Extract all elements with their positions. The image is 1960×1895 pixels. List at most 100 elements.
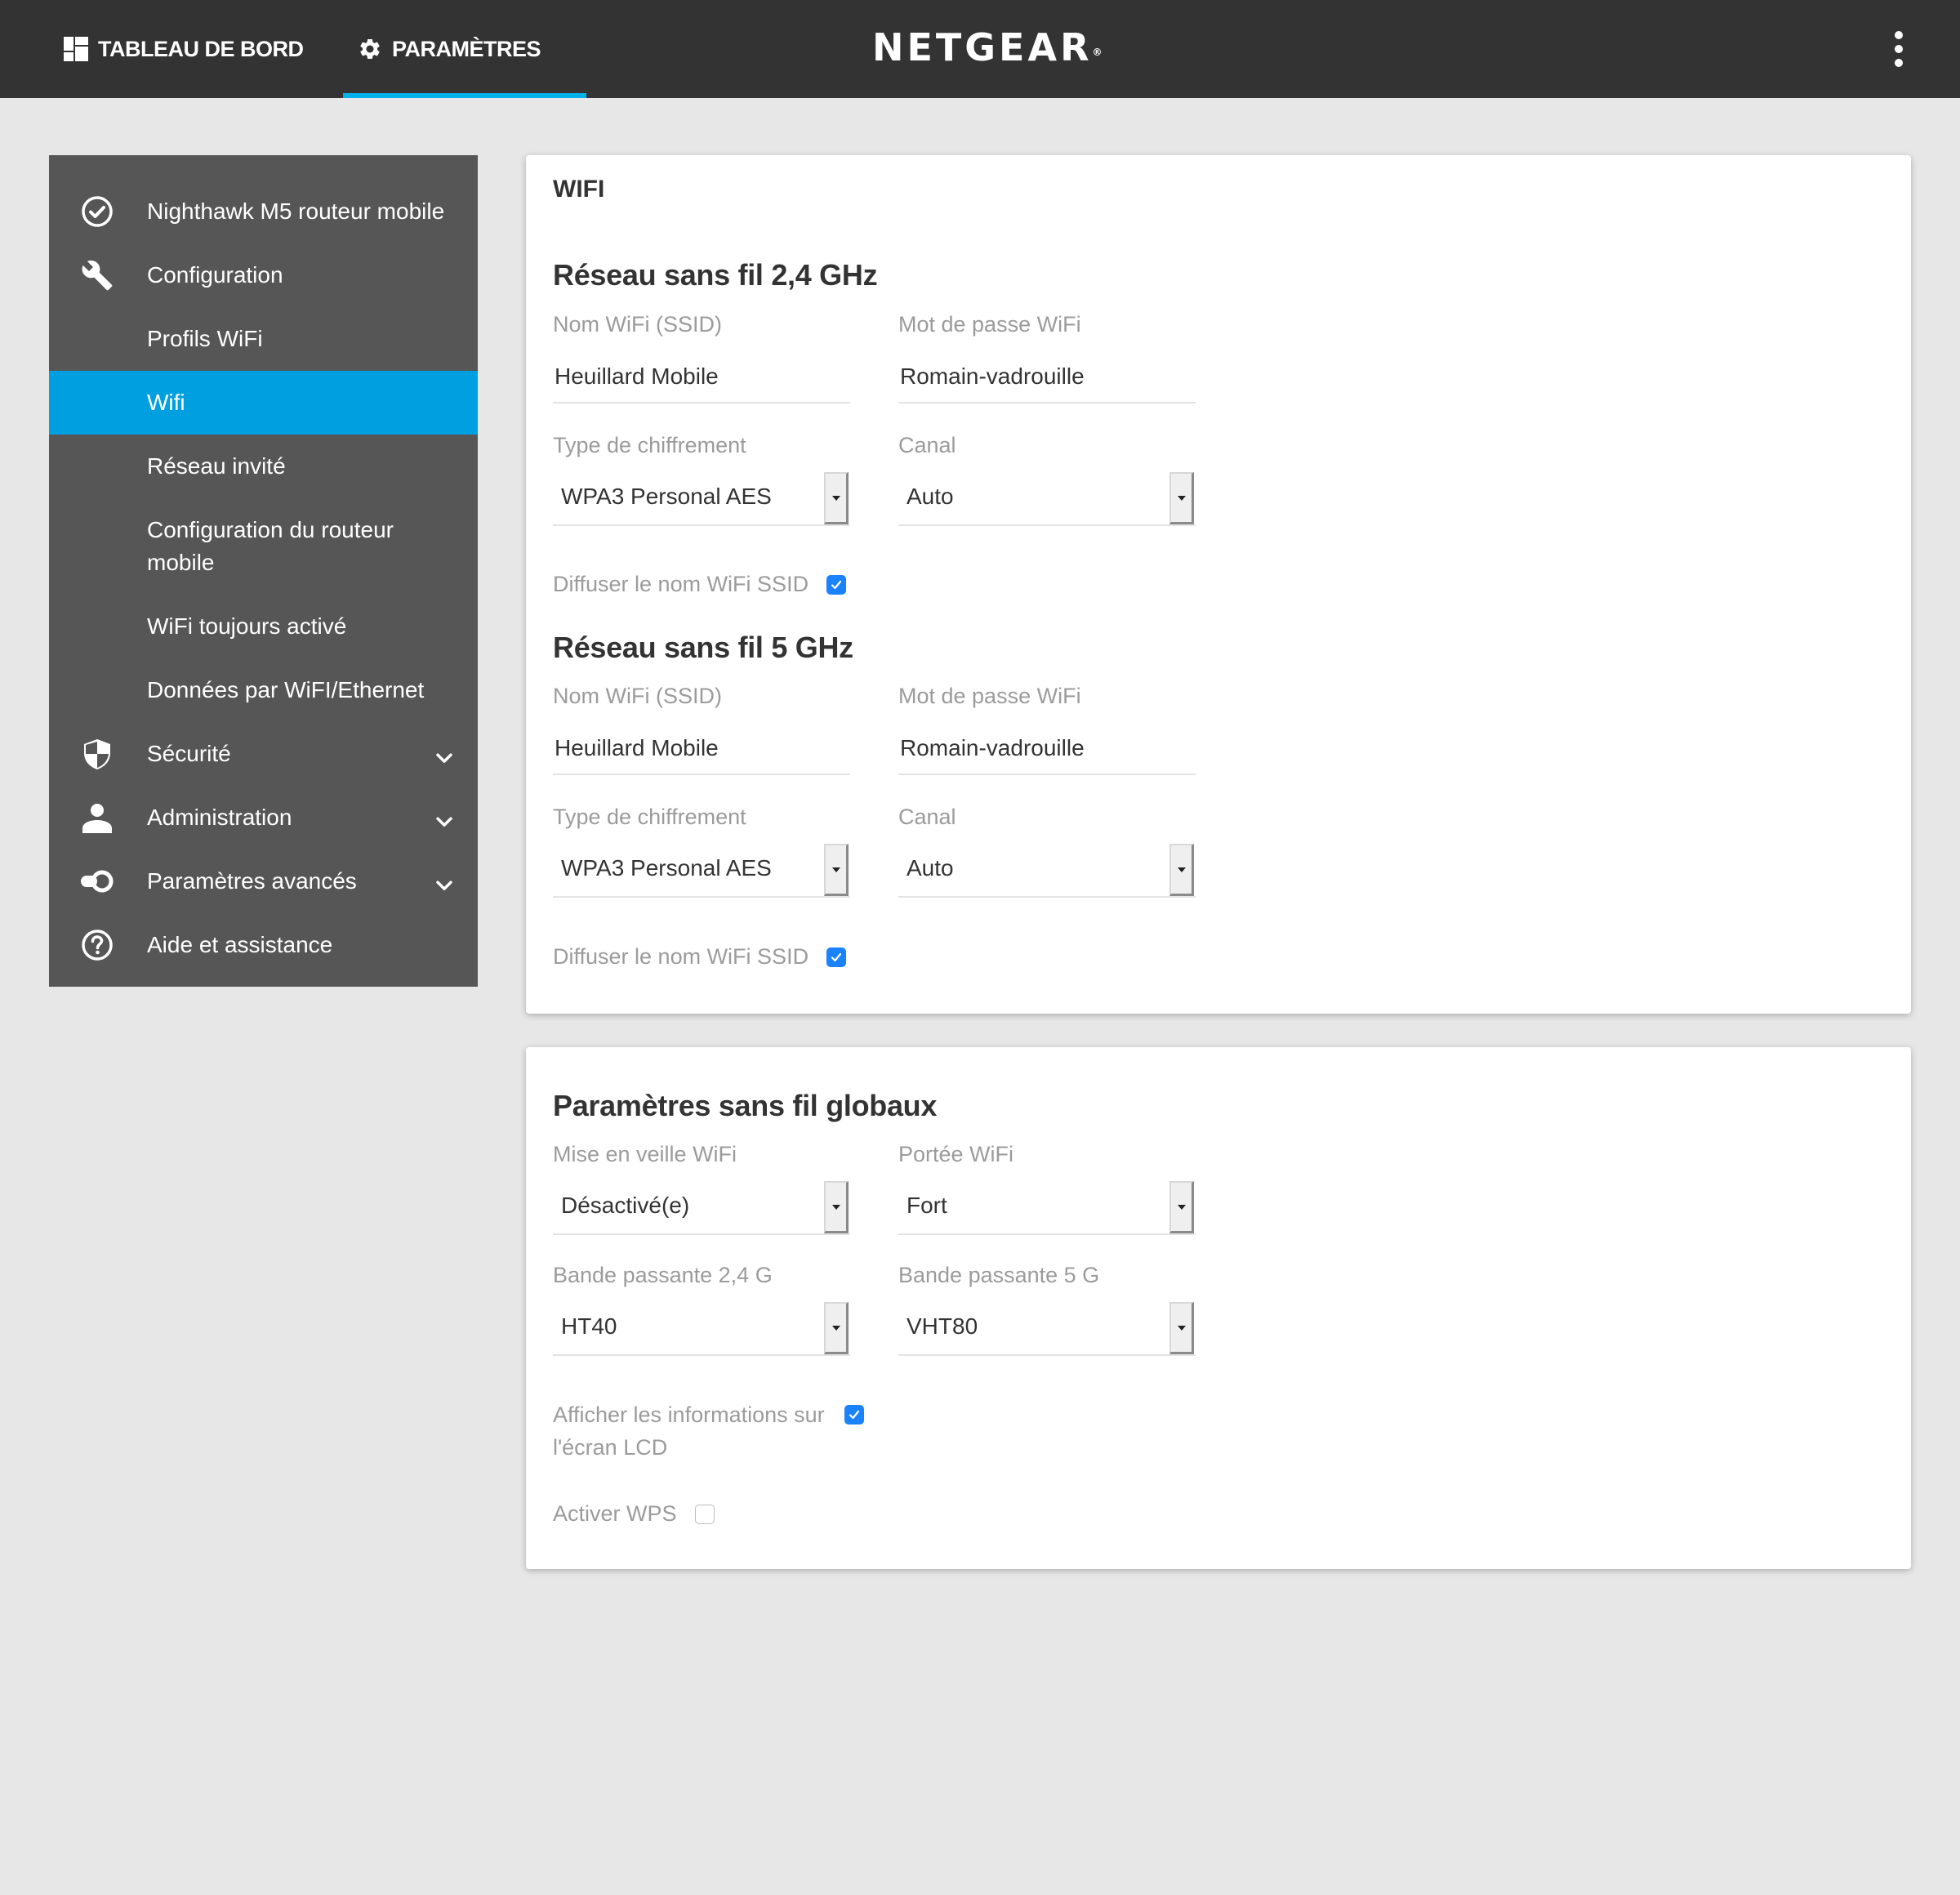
help-circle-icon: [80, 928, 114, 962]
sidebar-item-label: Aide et assistance: [147, 932, 333, 957]
tab-settings[interactable]: PARAMÈTRES: [343, 0, 586, 98]
ssid-24ghz-input[interactable]: [553, 351, 850, 404]
sidebar-item-label: Configuration du routeur mobile: [147, 517, 394, 575]
kebab-dot: [1895, 59, 1903, 67]
lcd-info-checkbox[interactable]: [844, 1405, 864, 1425]
gear-icon: [358, 37, 382, 61]
broadcast-ssid-5ghz-row: Diffuser le nom WiFi SSID: [553, 944, 847, 970]
password-5ghz-input[interactable]: [898, 723, 1196, 775]
bandwidth-24-select[interactable]: HT40: [553, 1302, 850, 1356]
ssid-label: Nom WiFi (SSID): [553, 312, 722, 337]
dashboard-icon: [64, 37, 88, 61]
chevron-down-icon[interactable]: [434, 875, 455, 896]
sidebar-item-wifi-profiles[interactable]: Profils WiFi: [49, 307, 478, 371]
bandwidth-5-label: Bande passante 5 G: [898, 1263, 1100, 1287]
dropdown-arrow-icon[interactable]: [824, 472, 849, 524]
wifi-sleep-label: Mise en veille WiFi: [553, 1142, 737, 1166]
channel-5ghz-select[interactable]: Auto: [898, 844, 1196, 898]
lcd-info-label-line1: Afficher les informations sur: [553, 1402, 825, 1427]
broadcast-ssid-24ghz-row: Diffuser le nom WiFi SSID: [553, 572, 847, 597]
sidebar-item-label: Administration: [147, 805, 292, 830]
sidebar-item-label: Données par WiFI/Ethernet: [147, 677, 425, 702]
dropdown-arrow-icon[interactable]: [1169, 472, 1194, 524]
sidebar-item-data-per-wifi-ethernet[interactable]: Données par WiFI/Ethernet: [49, 658, 478, 722]
select-value: Auto: [906, 855, 954, 881]
encryption-label: Type de chiffrement: [553, 433, 746, 457]
lcd-info-label-line2: l'écran LCD: [553, 1435, 668, 1460]
channel-24ghz-select[interactable]: Auto: [898, 472, 1196, 526]
check-circle-icon: [80, 194, 114, 229]
encryption-5ghz-select[interactable]: WPA3 Personal AES: [553, 844, 850, 898]
tab-settings-label: PARAMÈTRES: [392, 36, 541, 61]
sidebar-item-router-configuration[interactable]: Configuration du routeur mobile: [49, 498, 478, 595]
wrench-icon: [80, 258, 114, 292]
channel-label: Canal: [898, 433, 956, 457]
shield-icon: [80, 737, 114, 771]
wps-row: Activer WPS: [553, 1501, 715, 1527]
dropdown-arrow-icon[interactable]: [824, 1302, 849, 1354]
more-options-menu-button[interactable]: [1886, 31, 1911, 67]
top-navigation-bar: TABLEAU DE BORD PARAMÈTRES NETGEAR®: [0, 0, 1960, 98]
checkmark-icon: [849, 1410, 859, 1420]
chevron-down-icon[interactable]: [434, 811, 455, 832]
kebab-dot: [1895, 45, 1903, 53]
broadcast-ssid-24ghz-checkbox[interactable]: [826, 574, 847, 595]
wps-checkbox[interactable]: [694, 1504, 715, 1524]
sidebar-item-label: Profils WiFi: [147, 326, 263, 351]
dropdown-arrow-icon[interactable]: [824, 844, 849, 896]
sidebar-item-label: Réseau invité: [147, 453, 286, 479]
broadcast-ssid-5ghz-checkbox[interactable]: [826, 947, 847, 967]
encryption-label: Type de chiffrement: [553, 805, 746, 829]
sidebar-item-configuration[interactable]: Configuration: [49, 243, 478, 307]
netgear-logo: NETGEAR®: [872, 25, 1102, 70]
lcd-info-row: Afficher les informations sur l'écran LC…: [553, 1398, 864, 1464]
kebab-dot: [1895, 31, 1903, 39]
tab-dashboard-label: TABLEAU DE BORD: [98, 36, 304, 61]
sidebar-item-security[interactable]: Sécurité: [49, 722, 478, 786]
wifi-range-select[interactable]: Fort: [898, 1181, 1196, 1235]
select-value: VHT80: [906, 1313, 978, 1339]
section-title-5ghz: Réseau sans fil 5 GHz: [553, 631, 853, 664]
select-value: WPA3 Personal AES: [561, 484, 772, 509]
dropdown-arrow-icon[interactable]: [824, 1181, 849, 1233]
sidebar-item-label: Nighthawk M5 routeur mobile: [147, 198, 445, 224]
sidebar-item-label: Paramètres avancés: [147, 868, 357, 894]
sidebar-item-advanced-settings[interactable]: Paramètres avancés: [49, 849, 478, 913]
sidebar-item-label: WiFi toujours activé: [147, 613, 347, 639]
person-icon: [80, 800, 114, 835]
tab-dashboard[interactable]: TABLEAU DE BORD: [64, 0, 304, 98]
dropdown-arrow-icon[interactable]: [1169, 1181, 1194, 1233]
dropdown-arrow-icon[interactable]: [1169, 844, 1194, 896]
encryption-24ghz-select[interactable]: WPA3 Personal AES: [553, 472, 850, 526]
channel-label: Canal: [898, 805, 956, 829]
section-title-global: Paramètres sans fil globaux: [553, 1089, 938, 1122]
checkmark-icon: [831, 952, 842, 961]
sidebar-item-wifi-always-on[interactable]: WiFi toujours activé: [49, 595, 478, 658]
chevron-down-icon[interactable]: [434, 747, 455, 769]
wifi-range-label: Portée WiFi: [898, 1142, 1014, 1166]
password-label: Mot de passe WiFi: [898, 684, 1081, 708]
select-value: Fort: [906, 1193, 947, 1218]
broadcast-ssid-label: Diffuser le nom WiFi SSID: [553, 572, 809, 596]
sidebar-item-label: Wifi: [147, 390, 185, 415]
select-value: HT40: [561, 1313, 617, 1339]
bandwidth-24-label: Bande passante 2,4 G: [553, 1263, 773, 1287]
registered-mark: ®: [1092, 47, 1102, 58]
wifi-sleep-select[interactable]: Désactivé(e): [553, 1181, 850, 1235]
password-label: Mot de passe WiFi: [898, 312, 1081, 337]
sidebar-item-nighthawk[interactable]: Nighthawk M5 routeur mobile: [49, 180, 478, 243]
bandwidth-5-select[interactable]: VHT80: [898, 1302, 1196, 1356]
card-title: WIFI: [553, 176, 605, 203]
wps-label: Activer WPS: [553, 1501, 677, 1526]
password-24ghz-input[interactable]: [898, 351, 1196, 404]
sidebar-item-wifi[interactable]: Wifi: [49, 371, 478, 435]
section-title-24ghz: Réseau sans fil 2,4 GHz: [553, 258, 878, 292]
sidebar-item-help[interactable]: Aide et assistance: [49, 913, 478, 977]
sidebar-item-guest-network[interactable]: Réseau invité: [49, 435, 478, 498]
select-value: WPA3 Personal AES: [561, 855, 772, 881]
broadcast-ssid-label: Diffuser le nom WiFi SSID: [553, 944, 809, 969]
toggle-icon: [80, 864, 114, 898]
sidebar-item-administration[interactable]: Administration: [49, 786, 478, 849]
ssid-5ghz-input[interactable]: [553, 723, 850, 775]
dropdown-arrow-icon[interactable]: [1169, 1302, 1194, 1354]
